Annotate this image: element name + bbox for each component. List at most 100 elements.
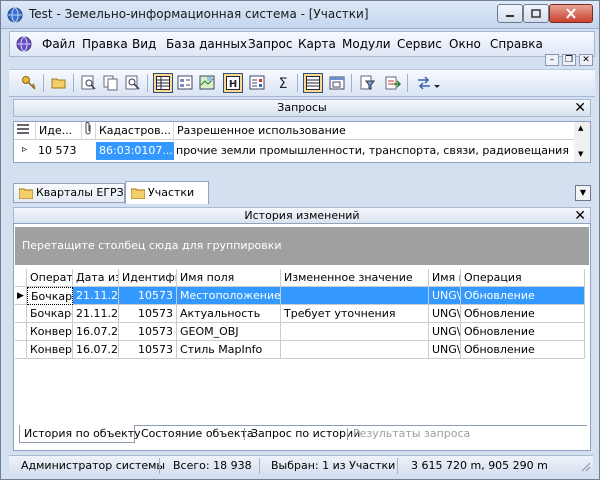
cell-identifier[interactable]: 10573 [119, 323, 177, 341]
cell-machine-name[interactable]: UNG\ [429, 305, 461, 323]
form-view-button[interactable] [175, 73, 195, 93]
queries-row[interactable]: ▹ 10 573 86:03:0107... прочие земли пром… [14, 142, 570, 160]
tab-uchastki[interactable]: Участки [125, 181, 209, 204]
menu-map[interactable]: Карта [298, 37, 336, 51]
cell-operation[interactable]: Обновление [461, 323, 585, 341]
menu-file[interactable]: Файл [42, 37, 75, 51]
table-view-button[interactable] [153, 73, 173, 93]
window-title: Test - Земельно-информационная система -… [29, 7, 369, 21]
resize-grip-icon[interactable] [581, 462, 591, 472]
window-button[interactable] [327, 73, 347, 93]
cell-operator[interactable]: Конверт [27, 341, 73, 359]
filter-button[interactable] [357, 73, 377, 93]
cell-identifier[interactable]: 10573 [119, 305, 177, 323]
cell-field-name[interactable]: GEOM_OBJ [177, 323, 281, 341]
group-by-area[interactable]: Перетащите столбец сюда для группировки [15, 227, 589, 265]
sum-button[interactable]: Σ [273, 73, 293, 93]
menu-window[interactable]: Окно [449, 37, 481, 51]
menu-modules[interactable]: Модули [342, 37, 391, 51]
title-bar[interactable]: Test - Земельно-информационная система -… [1, 1, 599, 29]
properties-button[interactable] [247, 73, 267, 93]
col-header-changed-value[interactable]: Измененное значение [281, 269, 429, 287]
queries-scrollbar[interactable]: ▲ ▼ [574, 122, 590, 162]
mdi-restore-button[interactable]: ❐ [562, 54, 576, 66]
cell-changed-value[interactable] [281, 323, 429, 341]
close-window-button[interactable] [549, 4, 593, 23]
tab-divider [347, 428, 348, 440]
cell-changed-value[interactable]: Требует уточнения [281, 305, 429, 323]
cell-operator[interactable]: Конверт [27, 323, 73, 341]
cell-operation[interactable]: Обновление [461, 341, 585, 359]
cell-changed-value[interactable] [281, 287, 429, 305]
cell-machine-name[interactable]: UNG\ [429, 341, 461, 359]
cell-operator[interactable]: Бочкаре [27, 287, 73, 305]
menu-service[interactable]: Сервис [397, 37, 442, 51]
cell-field-name[interactable]: Актуальность [177, 305, 281, 323]
tab-query-results: Результаты запроса [353, 427, 471, 440]
cell-identifier[interactable]: 10573 [119, 341, 177, 359]
minimize-button[interactable] [497, 4, 523, 23]
column-chooser-icon[interactable] [14, 122, 36, 140]
preview-button[interactable] [123, 73, 143, 93]
history-row[interactable]: Конверт 16.07.20 10573 GEOM_OBJ UNG\ Обн… [15, 323, 589, 341]
menu-help[interactable]: Справка [490, 37, 543, 51]
document-globe-icon[interactable] [16, 36, 32, 52]
menu-view[interactable]: Вид [132, 37, 156, 51]
close-queries-panel-icon[interactable]: ✕ [574, 100, 586, 116]
header-button[interactable]: H [223, 73, 243, 93]
cell-field-name[interactable]: Стиль MapInfo [177, 341, 281, 359]
export-button[interactable] [383, 73, 403, 93]
col-header-field-name[interactable]: Имя поля [177, 269, 281, 287]
maximize-button[interactable] [523, 4, 549, 23]
menu-edit[interactable]: Правка [82, 37, 128, 51]
cell-machine-name[interactable]: UNG\ [429, 287, 461, 305]
col-header-machine-name[interactable]: Имя м [429, 269, 461, 287]
history-row[interactable]: ▶ Бочкаре 21.11.20 10573 Местоположение … [15, 287, 589, 305]
tab-kvartaly[interactable]: Кварталы ЕГРЗ [13, 183, 125, 203]
cell-operation[interactable]: Обновление [461, 305, 585, 323]
col-header-date[interactable]: Дата из [73, 269, 119, 287]
mdi-close-button[interactable]: ✕ [579, 54, 593, 66]
app-window: Test - Земельно-информационная система -… [0, 0, 600, 480]
col-header-operation[interactable]: Операция [461, 269, 585, 287]
tabs-dropdown-button[interactable]: ▼ [575, 185, 591, 201]
menu-query[interactable]: Запрос [248, 37, 292, 51]
map-view-button[interactable] [197, 73, 217, 93]
col-header-cadastral[interactable]: Кадастров... [96, 122, 174, 140]
col-header-operator[interactable]: Операто [27, 269, 73, 287]
menu-bar: Файл Правка Вид База данных Запрос Карта… [9, 31, 595, 57]
cell-date[interactable]: 16.07.20 [73, 341, 119, 359]
cell-date[interactable]: 21.11.20 [73, 305, 119, 323]
col-header-usage[interactable]: Разрешенное использование [174, 122, 570, 140]
history-row[interactable]: Бочкаре 21.11.20 10573 Актуальность Треб… [15, 305, 589, 323]
cell-identifier[interactable]: 10573 [119, 287, 177, 305]
cell-cadastral[interactable]: 86:03:0107... [96, 142, 174, 160]
find-button[interactable] [79, 73, 99, 93]
col-header-id[interactable]: Иде... [36, 122, 82, 140]
cell-operation[interactable]: Обновление [461, 287, 585, 305]
cell-changed-value[interactable] [281, 341, 429, 359]
tab-object-state[interactable]: Состояние объекта [137, 425, 258, 443]
cell-machine-name[interactable]: UNG\ [429, 323, 461, 341]
tab-history-by-object[interactable]: История по объекту [19, 425, 141, 443]
tab-uchastki-label: Участки [148, 186, 195, 199]
cell-date[interactable]: 16.07.20 [73, 323, 119, 341]
layer-tabs: Кварталы ЕГРЗ Участки ▼ [13, 181, 591, 205]
open-button[interactable] [49, 73, 69, 93]
col-header-identifier[interactable]: Идентифи [119, 269, 177, 287]
sync-dropdown-button[interactable] [415, 73, 443, 93]
scroll-up-icon[interactable]: ▲ [578, 124, 583, 132]
close-history-panel-icon[interactable]: ✕ [574, 208, 586, 224]
history-tabs: История по объекту Состояние объекта Зап… [19, 425, 587, 443]
toolbar-separator [147, 74, 148, 92]
copy-button[interactable] [101, 73, 121, 93]
key-button[interactable] [19, 73, 39, 93]
scroll-down-icon[interactable]: ▼ [578, 150, 583, 158]
cell-date[interactable]: 21.11.20 [73, 287, 119, 305]
grid-view-button[interactable] [303, 73, 323, 93]
history-row[interactable]: Конверт 16.07.20 10573 Стиль MapInfo UNG… [15, 341, 589, 359]
mdi-minimize-button[interactable]: – [545, 54, 559, 66]
cell-field-name[interactable]: Местоположение [177, 287, 281, 305]
cell-operator[interactable]: Бочкаре [27, 305, 73, 323]
menu-database[interactable]: База данных [166, 37, 247, 51]
